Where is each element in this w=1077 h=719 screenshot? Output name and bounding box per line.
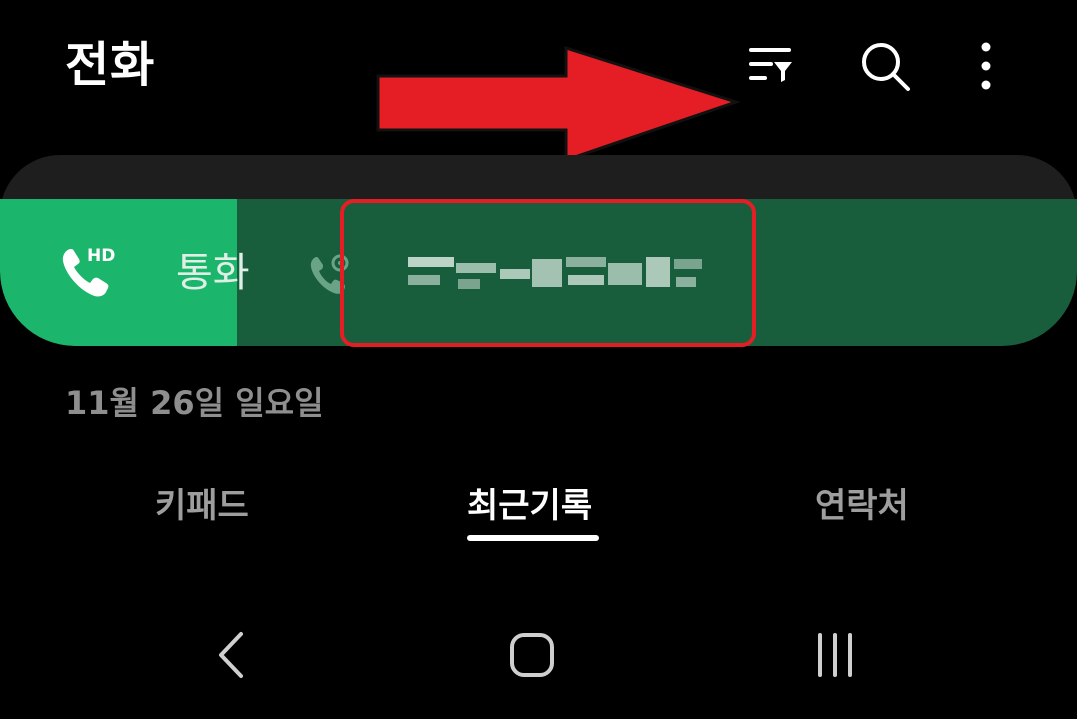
tab-recents[interactable]: 최근기록 <box>467 484 592 528</box>
back-icon <box>219 632 243 678</box>
tab-contacts[interactable]: 연락처 <box>815 484 909 528</box>
recent-apps-icon <box>818 633 852 677</box>
nav-back-button[interactable] <box>196 625 266 685</box>
nav-home-button[interactable] <box>497 625 567 685</box>
home-icon <box>510 633 554 677</box>
date-header: 11월 26일 일요일 <box>65 384 324 422</box>
annotation-highlight-box <box>340 199 756 347</box>
filter-icon <box>749 48 792 82</box>
selected-tab-indicator <box>467 535 599 541</box>
more-vertical-icon <box>981 42 991 90</box>
hd-badge: HD <box>87 246 116 266</box>
page-title: 전화 <box>65 37 156 93</box>
tab-keypad[interactable]: 키패드 <box>155 484 249 528</box>
more-options-button[interactable] <box>956 36 1016 96</box>
search-icon <box>862 43 910 91</box>
nav-recent-apps-button[interactable] <box>800 625 870 685</box>
search-button[interactable] <box>855 36 915 96</box>
call-status-label: 통화 <box>176 250 250 296</box>
